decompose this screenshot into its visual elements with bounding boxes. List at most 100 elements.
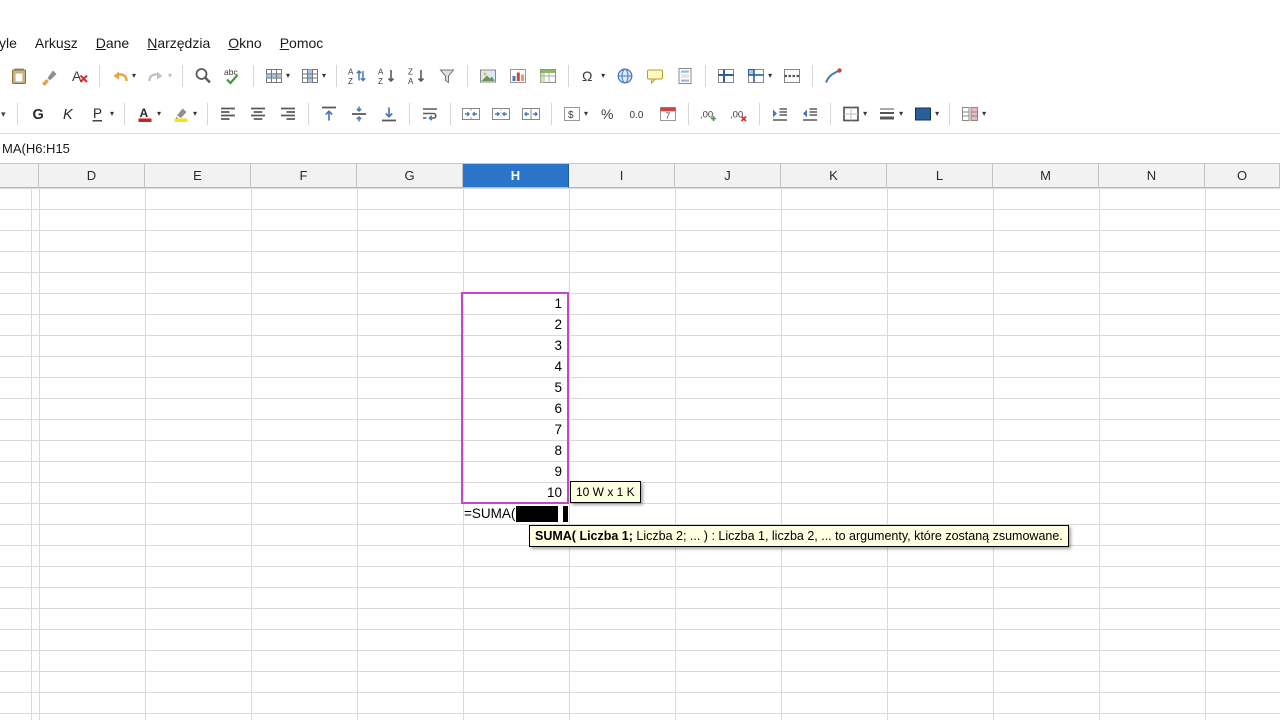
align-right-button[interactable] xyxy=(274,100,302,128)
cell-H15[interactable]: 10 xyxy=(464,482,565,503)
delete-decimal-place-icon: ,00 xyxy=(729,104,749,124)
decrease-indent-button[interactable] xyxy=(796,100,824,128)
wrap-text-button[interactable] xyxy=(416,100,444,128)
cell-H7[interactable]: 2 xyxy=(464,314,565,335)
menu-arkusz[interactable]: Arkusz xyxy=(26,31,87,55)
insert-comment-button[interactable] xyxy=(641,62,669,90)
column-header-E[interactable]: E xyxy=(145,164,251,188)
merge-cells-button[interactable] xyxy=(487,100,515,128)
column-header-N[interactable]: N xyxy=(1099,164,1205,188)
insert-special-character-button[interactable]: Ω▾ xyxy=(575,62,609,90)
underline-button[interactable]: P▾ xyxy=(84,100,118,128)
border-style-dropdown[interactable]: ▾ xyxy=(899,110,903,118)
column-header-M[interactable]: M xyxy=(993,164,1099,188)
cell-H14[interactable]: 9 xyxy=(464,461,565,482)
cell-H8[interactable]: 3 xyxy=(464,335,565,356)
align-left-button[interactable] xyxy=(214,100,242,128)
highlighting-color-button[interactable]: ▾ xyxy=(167,100,201,128)
delete-decimal-place-button[interactable]: ,00 xyxy=(725,100,753,128)
menu-narzedzia[interactable]: Narzędzia xyxy=(138,31,219,55)
border-color-button[interactable]: ▾ xyxy=(909,100,943,128)
cell-H6[interactable]: 1 xyxy=(464,293,565,314)
insert-image-button[interactable] xyxy=(474,62,502,90)
align-bottom-button[interactable] xyxy=(375,100,403,128)
align-center-button[interactable] xyxy=(244,100,272,128)
font-color-dropdown[interactable]: ▾ xyxy=(157,110,161,118)
align-top-button[interactable] xyxy=(315,100,343,128)
format-as-currency-dropdown[interactable]: ▾ xyxy=(584,110,588,118)
unmerge-cells-button[interactable] xyxy=(517,100,545,128)
column-header-partial[interactable] xyxy=(0,164,39,188)
headers-and-footers-button[interactable] xyxy=(671,62,699,90)
insert-row-dropdown[interactable]: ▾ xyxy=(286,72,290,80)
sheet-grid[interactable]: =SUMA( H6:H15 12345678910 xyxy=(0,188,1280,720)
freeze-cells-button[interactable]: ▾ xyxy=(742,62,776,90)
insert-row-button[interactable]: ▾ xyxy=(260,62,294,90)
insert-hyperlink-button[interactable] xyxy=(611,62,639,90)
format-as-currency-button[interactable]: $▾ xyxy=(558,100,592,128)
insert-chart-button[interactable] xyxy=(504,62,532,90)
font-color-button[interactable]: A▾ xyxy=(131,100,165,128)
menu-okno[interactable]: Okno xyxy=(219,31,270,55)
freeze-rows-and-columns-button[interactable] xyxy=(712,62,740,90)
freeze-cells-dropdown[interactable]: ▾ xyxy=(768,72,772,80)
borders-dropdown[interactable]: ▾ xyxy=(863,110,867,118)
bold-button[interactable]: G xyxy=(24,100,52,128)
column-header-F[interactable]: F xyxy=(251,164,357,188)
font-size-partial-button[interactable]: ▾ xyxy=(0,100,12,128)
format-as-date-button[interactable]: 7 xyxy=(654,100,682,128)
menu-dane[interactable]: Dane xyxy=(87,31,138,55)
spelling-button[interactable]: abc xyxy=(219,62,247,90)
column-header-G[interactable]: G xyxy=(357,164,463,188)
autofilter-button[interactable] xyxy=(433,62,461,90)
svg-text:A: A xyxy=(378,68,384,77)
conditional-formatting-dropdown[interactable]: ▾ xyxy=(982,110,986,118)
column-header-K[interactable]: K xyxy=(781,164,887,188)
conditional-formatting-button[interactable]: ▾ xyxy=(956,100,990,128)
show-draw-functions-button[interactable] xyxy=(819,62,847,90)
column-header-D[interactable]: D xyxy=(39,164,145,188)
menu-pomoc[interactable]: Pomoc xyxy=(271,31,333,55)
paste-button[interactable] xyxy=(5,62,33,90)
redo-dropdown[interactable]: ▾ xyxy=(168,72,172,80)
formula-input-text[interactable]: MA(H6:H15 xyxy=(2,141,70,156)
sort-descending-button[interactable]: ZA xyxy=(403,62,431,90)
insert-special-character-dropdown[interactable]: ▾ xyxy=(601,72,605,80)
clone-formatting-button[interactable] xyxy=(35,62,63,90)
border-color-dropdown[interactable]: ▾ xyxy=(935,110,939,118)
highlighting-color-dropdown[interactable]: ▾ xyxy=(193,110,197,118)
find-and-replace-button[interactable] xyxy=(189,62,217,90)
italic-button[interactable]: K xyxy=(54,100,82,128)
cell-H13[interactable]: 8 xyxy=(464,440,565,461)
cell-H11[interactable]: 6 xyxy=(464,398,565,419)
column-header-O[interactable]: O xyxy=(1205,164,1280,188)
column-header-L[interactable]: L xyxy=(887,164,993,188)
add-decimal-place-button[interactable]: ,00 xyxy=(695,100,723,128)
split-window-button[interactable] xyxy=(778,62,806,90)
undo-dropdown[interactable]: ▾ xyxy=(132,72,136,80)
borders-button[interactable]: ▾ xyxy=(837,100,871,128)
format-as-number-button[interactable]: 0.0 xyxy=(624,100,652,128)
column-header-I[interactable]: I xyxy=(569,164,675,188)
clear-formatting-button[interactable]: A xyxy=(65,62,93,90)
column-header-J[interactable]: J xyxy=(675,164,781,188)
column-header-H[interactable]: H xyxy=(463,164,569,188)
sort-button[interactable]: AZ xyxy=(343,62,371,90)
merge-and-center-cells-button[interactable] xyxy=(457,100,485,128)
undo-button[interactable]: ▾ xyxy=(106,62,140,90)
menu-style-partial[interactable]: yle xyxy=(0,31,26,55)
cell-H10[interactable]: 5 xyxy=(464,377,565,398)
format-as-percent-button[interactable]: % xyxy=(594,100,622,128)
center-vertically-button[interactable] xyxy=(345,100,373,128)
insert-column-dropdown[interactable]: ▾ xyxy=(322,72,326,80)
underline-dropdown[interactable]: ▾ xyxy=(110,110,114,118)
insert-column-button[interactable]: ▾ xyxy=(296,62,330,90)
formula-bar[interactable]: MA(H6:H15 xyxy=(0,133,1280,164)
cell-H9[interactable]: 4 xyxy=(464,356,565,377)
cell-H12[interactable]: 7 xyxy=(464,419,565,440)
active-cell-H16[interactable]: =SUMA( H6:H15 xyxy=(464,503,568,524)
insert-pivot-table-button[interactable] xyxy=(534,62,562,90)
sort-ascending-button[interactable]: AZ xyxy=(373,62,401,90)
border-style-button[interactable]: ▾ xyxy=(873,100,907,128)
increase-indent-button[interactable] xyxy=(766,100,794,128)
